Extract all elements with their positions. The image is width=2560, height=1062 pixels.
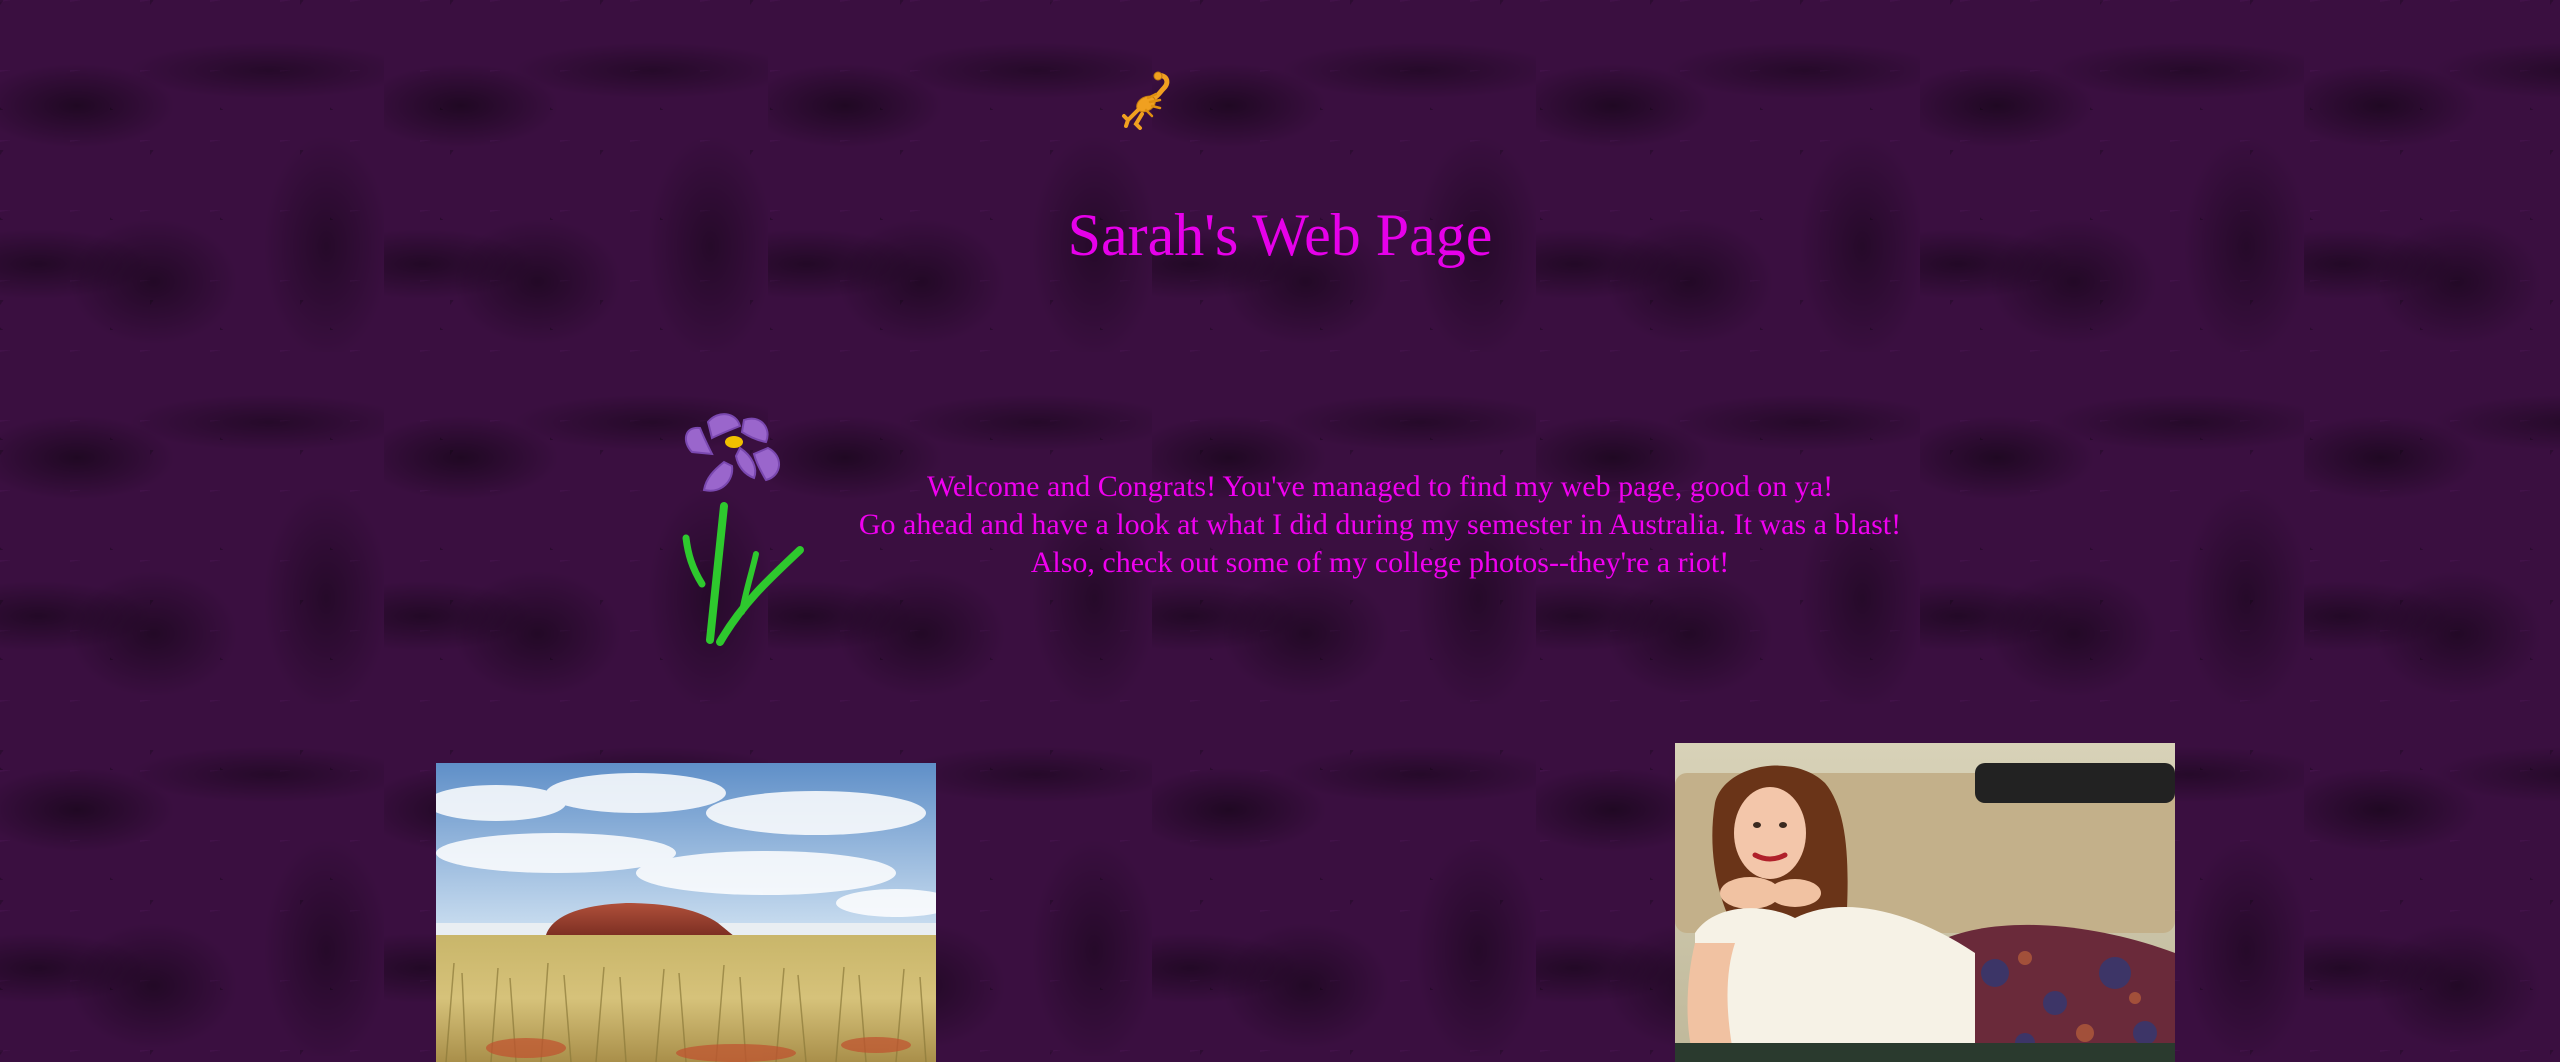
scorpion-icon [1118, 70, 1174, 130]
uluru-photo[interactable] [436, 763, 936, 1062]
page-title: Sarah's Web Page [1067, 202, 1493, 268]
welcome-line: Go ahead and have a look at what I did d… [858, 508, 1902, 541]
welcome-line: Welcome and Congrats! You've managed to … [926, 470, 1834, 503]
welcome-message: Welcome and Congrats! You've managed to … [780, 468, 1980, 582]
sarah-portrait-photo[interactable] [1675, 743, 2175, 1062]
welcome-line: Also, check out some of my college photo… [1030, 546, 1730, 579]
